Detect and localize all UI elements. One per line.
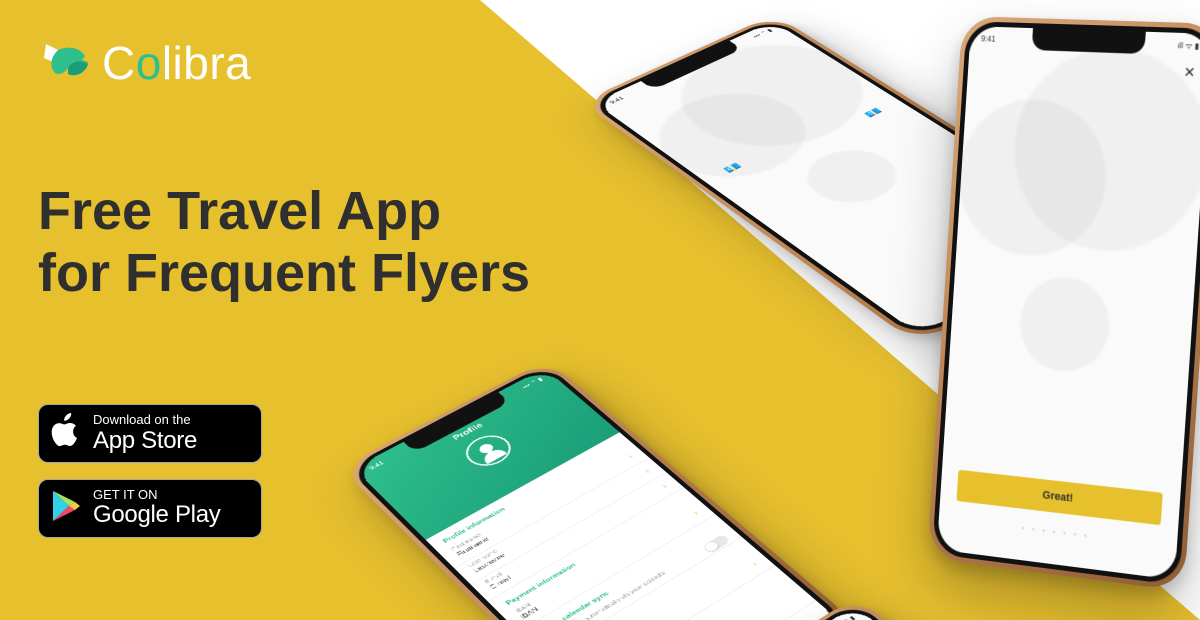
- hero-banner: Colibra Free Travel Appfor Frequent Flye…: [0, 0, 1200, 620]
- brand-name: Colibra: [102, 36, 251, 90]
- headline: Free Travel Appfor Frequent Flyers: [38, 180, 638, 304]
- hummingbird-icon: [38, 38, 94, 88]
- google-play-icon: [51, 490, 81, 527]
- app-store-big: App Store: [93, 428, 197, 454]
- brand-logo: Colibra: [38, 36, 638, 90]
- app-store-button[interactable]: Download on the App Store: [38, 404, 262, 463]
- apple-icon: [51, 413, 81, 454]
- left-column: Colibra Free Travel Appfor Frequent Flye…: [38, 36, 638, 538]
- google-play-button[interactable]: GET IT ON Google Play: [38, 479, 262, 538]
- google-play-small: GET IT ON: [93, 488, 220, 502]
- google-play-big: Google Play: [93, 502, 220, 528]
- app-store-small: Download on the: [93, 413, 197, 427]
- store-buttons: Download on the App Store GET IT ON Goog…: [38, 404, 638, 538]
